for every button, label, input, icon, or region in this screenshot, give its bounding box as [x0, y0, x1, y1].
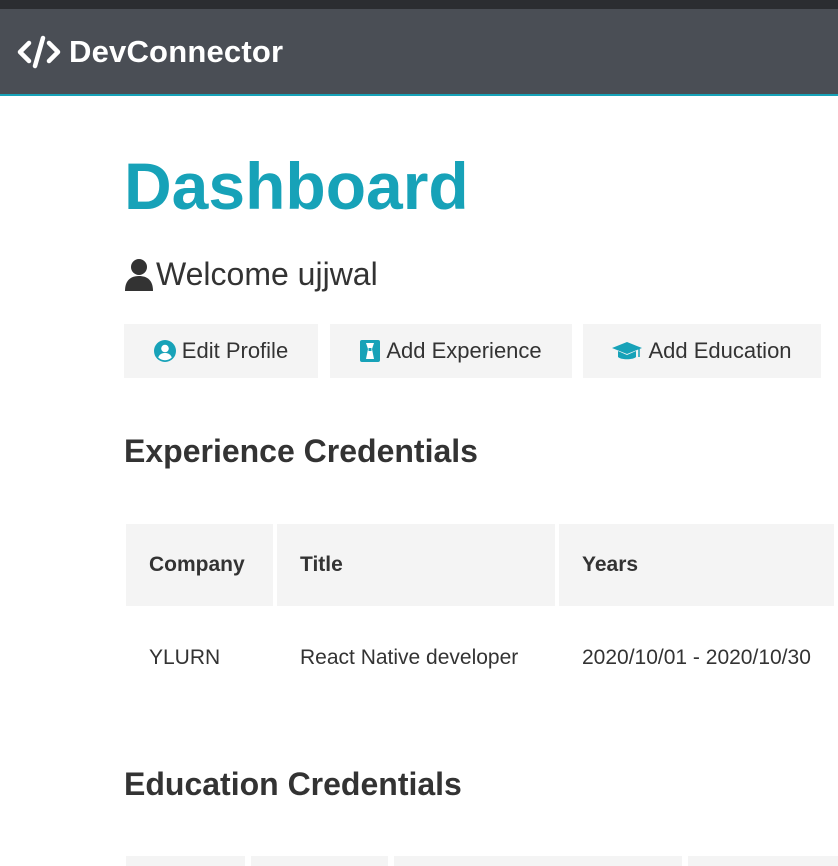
experience-heading: Experience Credentials — [124, 433, 478, 469]
experience-table: Company Title Years YLURN React Native d… — [126, 524, 838, 710]
add-education-label: Add Education — [648, 338, 792, 363]
welcome-message: Welcome ujjwal — [124, 256, 378, 293]
education-header-cell — [126, 856, 245, 866]
column-header-company: Company — [126, 524, 277, 606]
cell-company: YLURN — [149, 646, 221, 669]
user-icon — [125, 258, 153, 291]
user-circle-icon — [153, 340, 176, 362]
code-icon — [17, 35, 61, 68]
education-header-cell — [688, 856, 838, 866]
education-header-cell — [394, 856, 682, 866]
welcome-text: Welcome ujjwal — [156, 256, 378, 292]
add-experience-label: Add Experience — [386, 338, 542, 363]
window-top-strip — [0, 0, 838, 9]
add-education-button[interactable]: Add Education — [583, 324, 821, 378]
page-title: Dashboard — [124, 149, 469, 223]
brand-link[interactable]: DevConnector — [17, 34, 283, 70]
education-heading: Education Credentials — [124, 766, 462, 802]
graduation-cap-icon — [612, 342, 643, 360]
edit-profile-label: Edit Profile — [181, 338, 289, 363]
column-header-years: Years — [559, 524, 838, 606]
education-table-header — [126, 856, 838, 866]
navbar: DevConnector — [0, 9, 838, 96]
brand-name: DevConnector — [69, 33, 284, 69]
column-header-title: Title — [277, 524, 559, 606]
table-row: YLURN React Native developer 2020/10/01 … — [126, 606, 838, 710]
briefcase-icon — [360, 340, 381, 362]
add-experience-button[interactable]: Add Experience — [330, 324, 572, 378]
edit-profile-button[interactable]: Edit Profile — [124, 324, 318, 378]
table-header-row: Company Title Years — [126, 524, 838, 606]
cell-years: 2020/10/01 - 2020/10/30 — [582, 646, 811, 669]
cell-title: React Native developer — [300, 646, 519, 669]
education-header-cell — [251, 856, 388, 866]
